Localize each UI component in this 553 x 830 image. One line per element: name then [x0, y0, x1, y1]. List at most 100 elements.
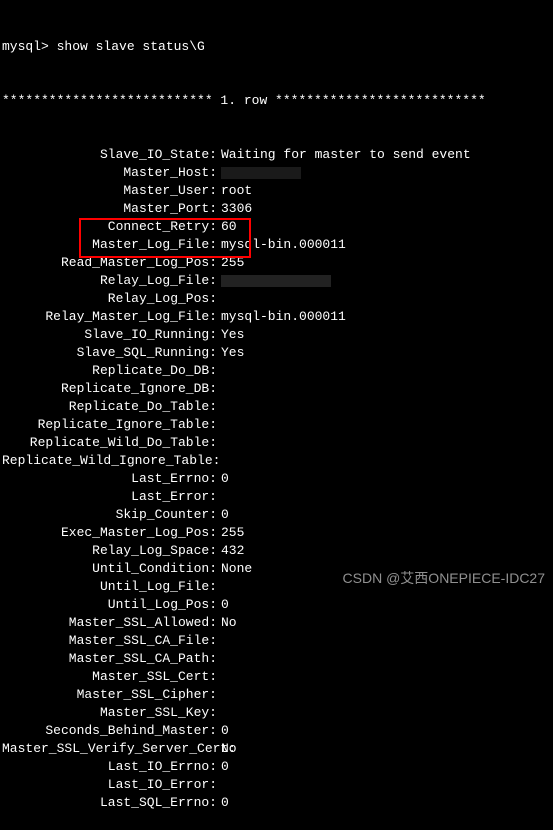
field-value: None — [217, 560, 252, 578]
field-label: Master_SSL_CA_Path: — [2, 650, 217, 668]
field-label: Last_Error: — [2, 488, 217, 506]
field-value — [217, 650, 221, 668]
field-label: Slave_IO_State: — [2, 146, 217, 164]
field-label: Last_Errno: — [2, 470, 217, 488]
field-row: Master_SSL_Allowed:No — [2, 614, 553, 632]
field-row: Relay_Log_Space:432 — [2, 542, 553, 560]
field-value: 432 — [217, 542, 244, 560]
field-label: Last_SQL_Errno: — [2, 794, 217, 812]
field-value: Yes — [217, 344, 244, 362]
field-row: Slave_SQL_Running:Yes — [2, 344, 553, 362]
field-row: Relay_Log_Pos: — [2, 290, 553, 308]
field-label: Master_Port: — [2, 200, 217, 218]
field-label: Seconds_Behind_Master: — [2, 722, 217, 740]
field-label: Relay_Log_Space: — [2, 542, 217, 560]
field-label: Master_SSL_Allowed: — [2, 614, 217, 632]
field-value: root — [217, 182, 252, 200]
field-label: Last_IO_Errno: — [2, 758, 217, 776]
redacted-block — [221, 167, 301, 179]
field-label: Replicate_Do_DB: — [2, 362, 217, 380]
field-value: 0 — [217, 794, 229, 812]
row-header: *************************** 1. row *****… — [2, 92, 553, 110]
field-value: 255 — [217, 254, 244, 272]
field-row: Read_Master_Log_Pos:255 — [2, 254, 553, 272]
field-label: Relay_Log_File: — [2, 272, 217, 290]
field-row: Master_User:root — [2, 182, 553, 200]
field-label: Slave_SQL_Running: — [2, 344, 217, 362]
field-value: 3306 — [217, 200, 252, 218]
watermark: CSDN @艾西ONEPIECE-IDC27 — [343, 569, 545, 587]
field-value — [217, 398, 221, 416]
field-label: Relay_Master_Log_File: — [2, 308, 217, 326]
field-row: Replicate_Wild_Ignore_Table: — [2, 452, 553, 470]
field-value: 0 — [217, 506, 229, 524]
field-label: Until_Log_File: — [2, 578, 217, 596]
field-row: Relay_Log_File: — [2, 272, 553, 290]
field-label: Master_Log_File: — [2, 236, 217, 254]
field-value — [217, 380, 221, 398]
field-value — [217, 686, 221, 704]
field-row: Replicate_Ignore_Table: — [2, 416, 553, 434]
field-value: 0 — [217, 758, 229, 776]
field-row: Connect_Retry:60 — [2, 218, 553, 236]
field-label: Last_IO_Error: — [2, 776, 217, 794]
field-row: Last_Errno:0 — [2, 470, 553, 488]
field-value — [217, 434, 221, 452]
field-value — [217, 272, 331, 290]
field-row: Last_IO_Errno:0 — [2, 758, 553, 776]
field-label: Master_SSL_Cert: — [2, 668, 217, 686]
field-row: Exec_Master_Log_Pos:255 — [2, 524, 553, 542]
field-value — [217, 578, 221, 596]
field-label: Master_SSL_CA_File: — [2, 632, 217, 650]
field-value — [217, 290, 221, 308]
field-label: Master_User: — [2, 182, 217, 200]
fields-container: Slave_IO_State:Waiting for master to sen… — [2, 146, 553, 812]
field-label: Relay_Log_Pos: — [2, 290, 217, 308]
field-value: No — [217, 614, 237, 632]
field-row: Replicate_Ignore_DB: — [2, 380, 553, 398]
field-label: Replicate_Wild_Ignore_Table: — [2, 452, 217, 470]
field-label: Skip_Counter: — [2, 506, 217, 524]
field-label: Master_SSL_Cipher: — [2, 686, 217, 704]
field-row: Last_IO_Error: — [2, 776, 553, 794]
field-value: 255 — [217, 524, 244, 542]
field-row: Master_Log_File:mysql-bin.000011 — [2, 236, 553, 254]
field-label: Exec_Master_Log_Pos: — [2, 524, 217, 542]
field-row: Master_SSL_Verify_Server_Cert:No — [2, 740, 553, 758]
field-row: Master_Host: — [2, 164, 553, 182]
field-label: Until_Condition: — [2, 560, 217, 578]
field-row: Replicate_Do_Table: — [2, 398, 553, 416]
field-row: Master_SSL_CA_File: — [2, 632, 553, 650]
terminal-output: mysql> show slave status\G *************… — [0, 0, 553, 830]
field-row: Seconds_Behind_Master:0 — [2, 722, 553, 740]
field-row: Master_SSL_Cert: — [2, 668, 553, 686]
field-value: 0 — [217, 722, 229, 740]
field-label: Master_Host: — [2, 164, 217, 182]
field-label: Replicate_Do_Table: — [2, 398, 217, 416]
field-value: mysql-bin.000011 — [217, 236, 346, 254]
field-row: Replicate_Wild_Do_Table: — [2, 434, 553, 452]
field-row: Replicate_Do_DB: — [2, 362, 553, 380]
field-label: Replicate_Wild_Do_Table: — [2, 434, 217, 452]
field-row: Master_SSL_Key: — [2, 704, 553, 722]
field-row: Slave_IO_State:Waiting for master to sen… — [2, 146, 553, 164]
field-value: Waiting for master to send event — [217, 146, 471, 164]
field-value — [217, 416, 221, 434]
field-row: Last_SQL_Errno:0 — [2, 794, 553, 812]
field-value — [217, 668, 221, 686]
field-value — [217, 488, 221, 506]
field-label: Replicate_Ignore_Table: — [2, 416, 217, 434]
field-row: Relay_Master_Log_File:mysql-bin.000011 — [2, 308, 553, 326]
mysql-prompt: mysql> show slave status\G — [2, 38, 553, 56]
field-row: Master_SSL_Cipher: — [2, 686, 553, 704]
field-row: Slave_IO_Running:Yes — [2, 326, 553, 344]
field-value — [217, 776, 221, 794]
redacted-block — [221, 275, 331, 287]
field-value — [217, 164, 301, 182]
field-row: Master_SSL_CA_Path: — [2, 650, 553, 668]
field-value: Yes — [217, 326, 244, 344]
field-value — [217, 362, 221, 380]
field-value — [217, 704, 221, 722]
field-row: Last_Error: — [2, 488, 553, 506]
field-value: No — [217, 740, 237, 758]
